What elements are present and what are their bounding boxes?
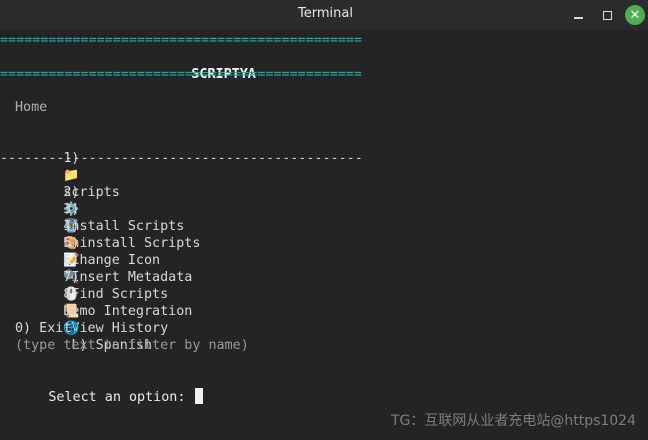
input-prompt[interactable]: Select an option: [0,371,203,405]
close-button[interactable]: ✕ [625,5,645,25]
option-label: Nemo Integration [63,304,193,319]
menu-option-6: 6) 🔍 Find Scripts [15,235,168,302]
header-rule-bottom: ========================================… [0,67,362,82]
menu-option-2: 2) ⚙️ Install Scripts [15,167,184,234]
close-icon: ✕ [629,7,641,23]
minimize-icon [573,17,583,19]
menu-option-1: 1) 📁 scripts [15,133,119,200]
menu-option-7: 7) 🖱️ Nemo Integration [15,252,192,319]
header-rule-top: ========================================… [0,33,362,48]
minimize-button[interactable] [568,5,588,25]
header-title: SCRIPTYA [191,67,256,82]
divider-rule: ----------------------------------------… [0,151,363,166]
terminal-output[interactable]: ========================================… [0,30,648,440]
menu-option-4: 4) 🎨 Change Icon [15,201,160,268]
option-number: 9) [63,304,80,319]
menu-option-3: 3) 🗑️ Uninstall Scripts [15,184,200,251]
prompt-label: Select an option: [48,390,194,405]
location-label: Home [15,100,48,115]
maximize-icon [602,10,612,20]
text-cursor [194,388,203,404]
menu-option-8: 8) 📜 View History [15,269,168,336]
maximize-button[interactable] [597,5,617,25]
window-title: Terminal [298,6,353,21]
menu-option-exit: 0) Exit [15,321,72,336]
title-bar[interactable]: Terminal ✕ [0,0,648,30]
menu-option-5: 5) 📝 Insert Metadata [15,218,192,285]
watermark: TG：互联网从业者充电站@https1024 [390,413,636,429]
menu-option-9: 9) 🌐 L) Spanish [15,286,152,353]
terminal-window: Terminal ✕ =============================… [0,0,648,440]
filter-hint: (type text to filter by name) [15,338,249,353]
